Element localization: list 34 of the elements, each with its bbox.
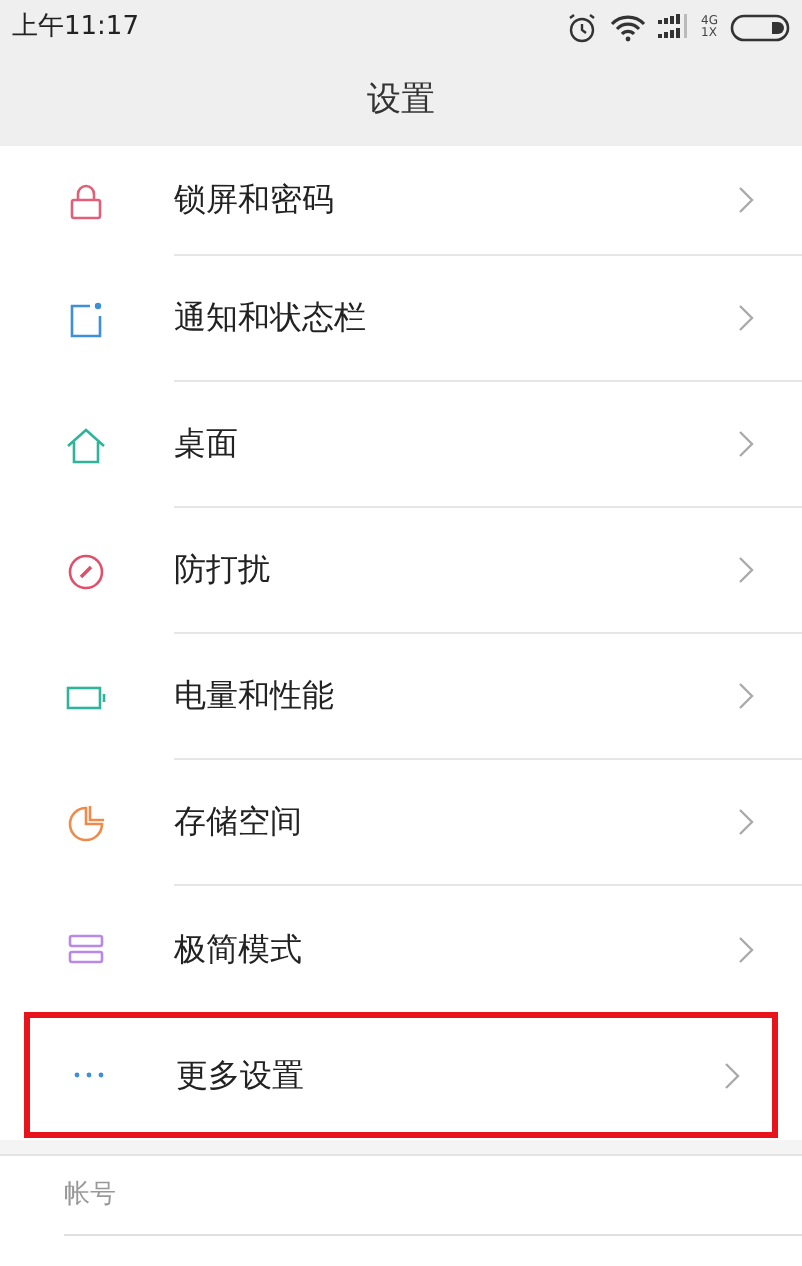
do-not-disturb-icon — [64, 549, 108, 593]
chevron-icon — [738, 808, 754, 836]
settings-item[interactable]: 存储空间 — [0, 760, 802, 886]
status-time: 上午11:17 — [12, 10, 139, 47]
settings-item[interactable]: 锁屏和密码 — [0, 146, 802, 256]
pie-chart-icon — [64, 801, 108, 845]
item-label: 电量和性能 — [174, 674, 336, 718]
item-label: 更多设置 — [176, 1053, 306, 1097]
chevron-icon — [738, 935, 754, 963]
chevron-icon — [738, 556, 754, 584]
wifi-icon — [609, 14, 646, 42]
chevron-icon — [738, 304, 754, 332]
settings-item[interactable]: 防打扰 — [0, 508, 802, 634]
home-icon — [64, 423, 108, 467]
alarm-clock-icon — [565, 12, 598, 44]
section-header: 帐号 — [64, 1177, 116, 1214]
chevron-icon — [738, 430, 754, 458]
chevron-icon — [724, 1061, 740, 1089]
settings-item[interactable]: 通知和状态栏 — [0, 256, 802, 382]
chevron-icon — [738, 186, 754, 214]
page-title: 设置 — [367, 77, 435, 124]
item-label: 通知和状态栏 — [174, 296, 368, 340]
item-label: 防打扰 — [174, 548, 272, 592]
settings-item[interactable]: 更多设置 — [24, 1012, 778, 1138]
chevron-icon — [738, 682, 754, 710]
more-icon — [73, 1072, 103, 1078]
item-label: 锁屏和密码 — [174, 178, 336, 222]
settings-item[interactable]: 极简模式 — [0, 886, 802, 1012]
item-label: 桌面 — [174, 422, 240, 466]
settings-item[interactable]: 电量和性能 — [0, 634, 802, 760]
item-label: 极简模式 — [174, 927, 304, 971]
settings-item[interactable]: 桌面 — [0, 382, 802, 508]
battery-status-icon — [730, 14, 790, 42]
item-label: 存储空间 — [174, 800, 304, 844]
